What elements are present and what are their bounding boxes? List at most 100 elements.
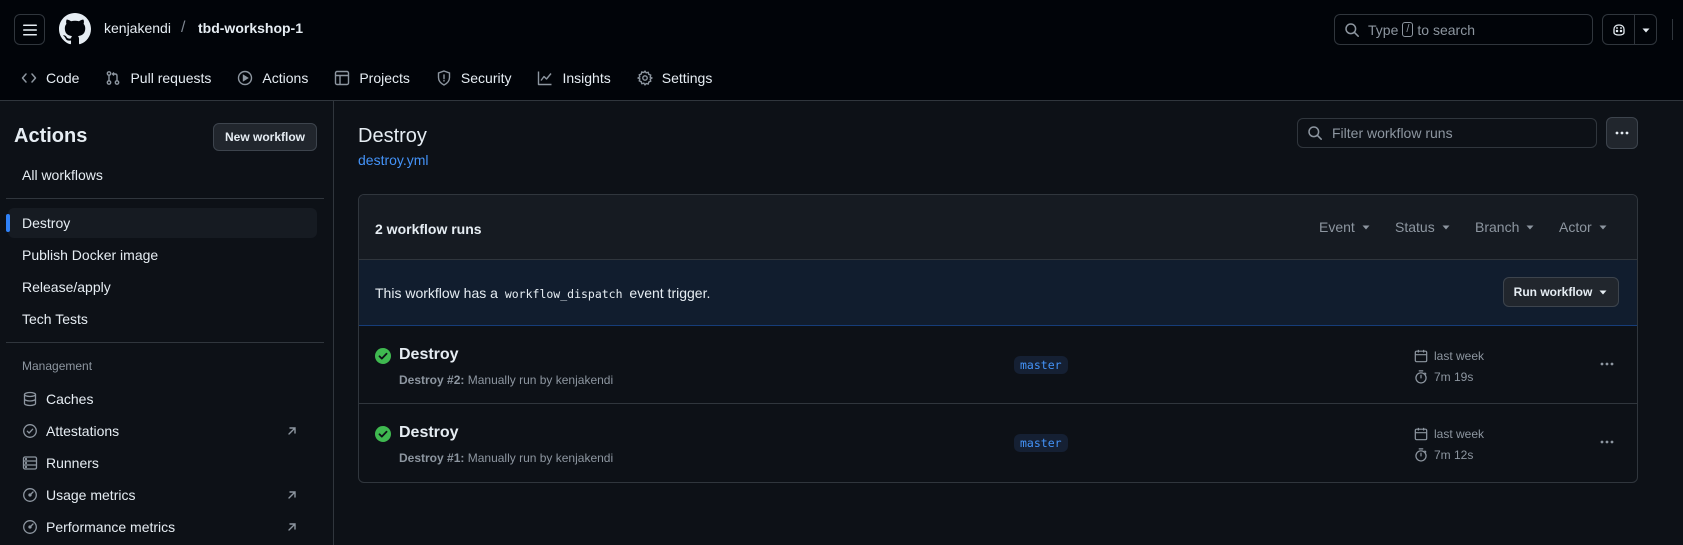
nav-projects[interactable]: Projects — [334, 63, 410, 93]
run-title-link[interactable]: Destroy — [399, 424, 459, 442]
nav-pull-requests-label: Pull requests — [130, 70, 212, 86]
check-circle-fill-icon — [375, 426, 391, 442]
kebab-horizontal-icon[interactable] — [1599, 356, 1615, 372]
dispatch-banner: This workflow has a workflow_dispatch ev… — [359, 260, 1637, 326]
sidebar-item-runners[interactable]: Runners — [8, 448, 317, 478]
copilot-icon — [1611, 22, 1627, 38]
event-filter-label: Event — [1319, 219, 1355, 235]
calendar-icon — [1414, 349, 1428, 363]
calendar-icon — [1414, 427, 1428, 441]
sidebar-title: Actions — [14, 125, 88, 147]
stopwatch-icon — [1414, 370, 1428, 384]
status-filter-dropdown[interactable]: Status — [1395, 219, 1451, 235]
search-prefix: Type — [1368, 21, 1399, 38]
path-separator: / — [181, 19, 186, 36]
triangle-down-icon — [1598, 222, 1608, 232]
status-filter-label: Status — [1395, 219, 1435, 235]
run-workflow-button[interactable]: Run workflow — [1503, 277, 1619, 307]
menu-button[interactable] — [14, 14, 45, 45]
branch-filter-dropdown[interactable]: Branch — [1475, 219, 1535, 235]
meter-icon — [22, 487, 38, 503]
copilot-button[interactable] — [1603, 15, 1635, 44]
new-workflow-button[interactable]: New workflow — [213, 123, 317, 151]
nav-settings[interactable]: Settings — [636, 63, 713, 93]
workflow-run-row[interactable]: Destroy Destroy #2: Manually run by kenj… — [359, 326, 1637, 404]
graph-icon — [537, 70, 553, 86]
check-circle-fill-icon — [375, 348, 391, 364]
event-filter-dropdown[interactable]: Event — [1319, 219, 1371, 235]
dispatch-prefix: This workflow has a — [375, 285, 498, 301]
sidebar-item-label: Performance metrics — [46, 519, 176, 535]
sidebar-divider — [6, 342, 324, 343]
branch-badge[interactable]: master — [1014, 356, 1068, 374]
external-link-icon — [285, 520, 299, 534]
workflow-run-row[interactable]: Destroy Destroy #1: Manually run by kenj… — [359, 404, 1637, 482]
dispatch-message: This workflow has a workflow_dispatch ev… — [375, 285, 710, 301]
repo-nav: Code Pull requests Actions Projects Secu… — [0, 63, 717, 93]
triangle-down-icon — [1598, 287, 1608, 297]
branch-badge[interactable]: master — [1014, 434, 1068, 452]
git-pull-request-icon — [105, 70, 121, 86]
play-icon — [237, 70, 253, 86]
nav-actions[interactable]: Actions — [237, 63, 308, 93]
sidebar-item-release-apply[interactable]: Release/apply — [8, 272, 317, 302]
external-link-icon — [285, 424, 299, 438]
sidebar-item-caches[interactable]: Caches — [8, 384, 317, 414]
header-divider — [1672, 19, 1673, 40]
nav-projects-label: Projects — [359, 70, 410, 86]
filter-placeholder: Filter workflow runs — [1332, 125, 1453, 141]
nav-code-label: Code — [46, 70, 80, 86]
nav-security[interactable]: Security — [436, 63, 511, 93]
sidebar-item-label: Attestations — [46, 423, 120, 439]
runs-header: 2 workflow runs Event Status Branch Acto… — [359, 195, 1637, 260]
verified-icon — [22, 423, 38, 439]
nav-insights[interactable]: Insights — [537, 63, 611, 93]
run-detail: Manually run by kenjakendi — [467, 451, 614, 465]
triangle-down-icon — [1361, 222, 1371, 232]
repo-owner-link[interactable]: kenjakendi — [104, 20, 171, 36]
sidebar-item-all-workflows[interactable]: All workflows — [8, 160, 317, 190]
copilot-dropdown[interactable] — [1635, 25, 1656, 35]
search-suffix: to search — [1417, 21, 1476, 38]
run-title-link[interactable]: Destroy — [399, 346, 459, 364]
sidebar-divider — [6, 198, 324, 199]
sidebar-item-attestations[interactable]: Attestations — [8, 416, 317, 446]
sidebar-item-destroy[interactable]: Destroy — [6, 208, 317, 238]
sidebar-item-publish-docker-image[interactable]: Publish Docker image — [8, 240, 317, 270]
run-subtitle: Destroy #2: Manually run by kenjakendi — [399, 373, 613, 387]
nav-pull-requests[interactable]: Pull requests — [105, 63, 211, 93]
actor-filter-label: Actor — [1559, 219, 1592, 235]
nav-actions-label: Actions — [262, 70, 309, 86]
kebab-horizontal-icon — [1614, 125, 1630, 141]
hamburger-icon — [22, 22, 38, 38]
repo-name-link[interactable]: tbd-workshop-1 — [198, 20, 303, 36]
server-icon — [22, 455, 38, 471]
run-duration: 7m 12s — [1414, 448, 1473, 462]
run-date: last week — [1414, 349, 1484, 363]
branch-filter-label: Branch — [1475, 219, 1520, 235]
nav-settings-label: Settings — [661, 70, 713, 86]
meter-icon — [22, 519, 38, 535]
run-duration-value: 7m 19s — [1434, 370, 1474, 384]
global-header: kenjakendi / tbd-workshop-1 Type / to se… — [0, 0, 1683, 101]
shield-icon — [436, 70, 452, 86]
filter-workflow-runs-input[interactable]: Filter workflow runs — [1297, 118, 1597, 148]
github-logo-icon[interactable] — [59, 13, 91, 48]
workflow-file-link[interactable]: destroy.yml — [358, 152, 429, 168]
run-date: last week — [1414, 427, 1484, 441]
triangle-down-icon — [1525, 222, 1535, 232]
run-subtitle: Destroy #1: Manually run by kenjakendi — [399, 451, 613, 465]
nav-code[interactable]: Code — [21, 63, 79, 93]
run-duration-value: 7m 12s — [1434, 448, 1474, 462]
run-name: Destroy #2: — [399, 373, 465, 387]
sidebar-item-performance-metrics[interactable]: Performance metrics — [8, 512, 317, 542]
kebab-horizontal-icon[interactable] — [1599, 434, 1615, 450]
more-options-button[interactable] — [1606, 117, 1638, 149]
dispatch-code: workflow_dispatch — [504, 287, 623, 301]
global-search-input[interactable]: Type / to search — [1334, 14, 1593, 45]
sidebar-item-usage-metrics[interactable]: Usage metrics — [8, 480, 317, 510]
actor-filter-dropdown[interactable]: Actor — [1559, 219, 1608, 235]
search-icon — [1344, 22, 1360, 38]
sidebar-item-tech-tests[interactable]: Tech Tests — [8, 304, 317, 334]
run-duration: 7m 19s — [1414, 370, 1473, 384]
